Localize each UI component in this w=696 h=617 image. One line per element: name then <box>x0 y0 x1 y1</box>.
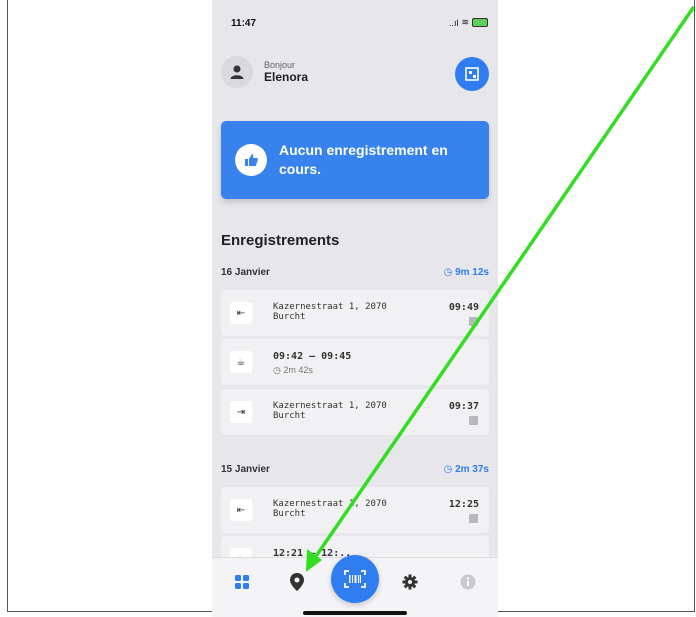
status-icons: ..ıl ≋ <box>449 17 488 28</box>
scan-icon <box>344 570 366 588</box>
record-time: 09:37 <box>448 401 479 412</box>
record-time: 12:25 <box>448 499 479 510</box>
check-out-icon: ⇤ <box>230 499 252 521</box>
record-time: 09:49 <box>448 302 479 313</box>
dashboard-icon[interactable] <box>232 572 252 592</box>
qr-code-icon <box>465 67 479 81</box>
scan-button[interactable] <box>331 555 379 603</box>
banner-text: Aucun enregistrement en cours. <box>279 142 448 177</box>
record-address: Kazernestraat 1, 2070 Burcht <box>273 401 387 421</box>
day-duration: ◷ 2m 37s <box>443 464 489 475</box>
qr-method-icon <box>469 416 478 425</box>
bottom-tab-bar <box>212 555 498 617</box>
method-icon <box>469 317 478 326</box>
map-pin-icon[interactable] <box>287 572 307 592</box>
day-header: 16 Janvier ◷ 9m 12s <box>221 267 489 278</box>
break-card[interactable]: ☕ 09:42 – 09:45 ◷ 2m 42s <box>221 339 489 385</box>
signal-icon: ..ıl <box>448 17 459 28</box>
status-bar: 11:47 ..ıl ≋ <box>212 0 498 42</box>
greeting-label: Bonjour <box>264 60 296 70</box>
break-duration: ◷ 2m 42s <box>273 365 313 375</box>
user-name: Elenora <box>264 70 309 84</box>
check-in-icon: ⇥ <box>230 401 252 423</box>
record-address: Kazernestraat 1, 2070 Burcht <box>273 302 387 322</box>
record-address: Kazernestraat 1, 2070 Burcht <box>273 499 387 519</box>
home-indicator <box>303 611 407 615</box>
qr-code-button[interactable] <box>455 57 489 91</box>
thumbs-up-icon <box>235 144 267 176</box>
phone-screen: 11:47 ..ıl ≋ Bonjour Elenora Aucun enreg… <box>212 0 498 617</box>
info-icon[interactable] <box>458 572 478 592</box>
method-icon <box>469 514 478 523</box>
status-time: 11:47 <box>231 18 257 29</box>
break-range: 09:42 – 09:45 <box>273 351 352 362</box>
check-out-icon: ⇤ <box>230 302 252 324</box>
day-header: 15 Janvier ◷ 2m 37s <box>221 464 489 475</box>
section-title: Enregistrements <box>221 232 340 249</box>
record-card[interactable]: ⇤ Kazernestraat 1, 2070 Burcht 12:25 <box>221 487 489 533</box>
day-date: 16 Janvier <box>221 267 270 278</box>
status-banner: Aucun enregistrement en cours. <box>221 121 489 199</box>
day-date: 15 Janvier <box>221 464 270 475</box>
day-duration: ◷ 9m 12s <box>443 267 489 278</box>
user-icon <box>230 65 244 79</box>
gear-icon[interactable] <box>400 572 420 592</box>
coffee-icon: ☕ <box>230 351 252 373</box>
record-card[interactable]: ⇤ Kazernestraat 1, 2070 Burcht 09:49 <box>221 290 489 336</box>
record-card[interactable]: ⇥ Kazernestraat 1, 2070 Burcht 09:37 <box>221 389 489 435</box>
wifi-icon: ≋ <box>461 17 469 27</box>
battery-icon <box>472 18 488 27</box>
avatar[interactable] <box>221 56 253 88</box>
